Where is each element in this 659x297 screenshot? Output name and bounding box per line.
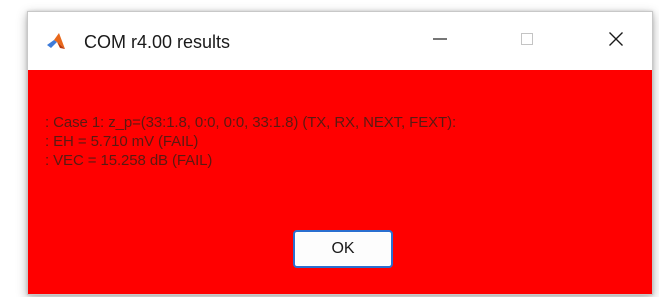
results-message: : Case 1: z_p=(33:1.8, 0:0, 0:0, 33:1.8)… bbox=[45, 113, 456, 170]
minimize-icon bbox=[432, 31, 448, 52]
maximize-button bbox=[499, 12, 555, 70]
window-title: COM r4.00 results bbox=[84, 32, 231, 52]
close-button[interactable] bbox=[588, 12, 644, 70]
desktop-background: COM r4.00 results: Case 1: z_p=(33:1.8,… bbox=[0, 0, 659, 297]
title-bar[interactable]: COM r4.00 results bbox=[28, 12, 652, 70]
ok-button[interactable]: OK bbox=[293, 230, 393, 268]
maximize-icon bbox=[520, 32, 534, 51]
message-line-case: : Case 1: z_p=(33:1.8, 0:0, 0:0, 33:1.8)… bbox=[45, 114, 457, 131]
close-icon bbox=[608, 31, 624, 52]
results-dialog: COM r4.00 results: Case 1: z_p=(33:1.8,… bbox=[27, 11, 653, 295]
message-line-vec: : VEC = 15.258 dB (FAIL) bbox=[45, 152, 213, 169]
matlab-icon bbox=[46, 32, 66, 52]
minimize-button[interactable] bbox=[412, 12, 468, 70]
message-line-eh: : EH = 5.710 mV (FAIL) bbox=[45, 133, 199, 150]
